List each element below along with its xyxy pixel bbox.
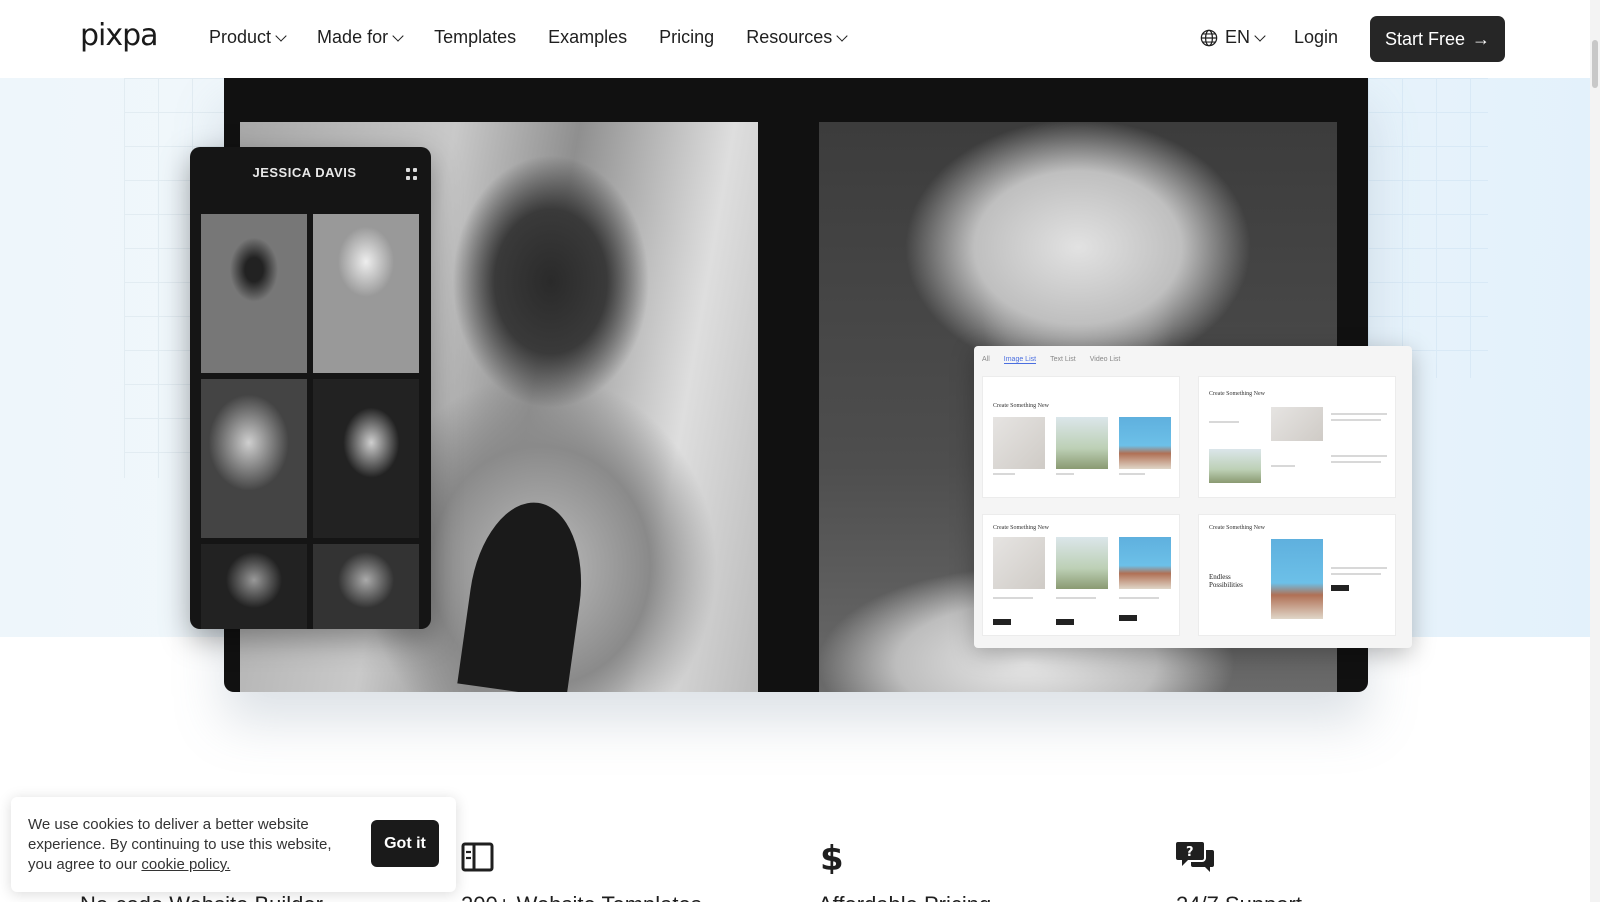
cookie-banner: We use cookies to deliver a better websi…	[11, 797, 456, 892]
nav-pricing-label: Pricing	[659, 27, 715, 47]
chevron-down-icon	[1254, 29, 1266, 42]
chevron-down-icon	[392, 29, 404, 42]
page-scrollbar[interactable]	[1590, 0, 1600, 902]
start-free-button[interactable]: Start Free →	[1370, 16, 1505, 62]
template-button	[1331, 585, 1349, 591]
gallery-thumb	[201, 544, 307, 629]
nav-examples-label: Examples	[548, 27, 628, 47]
globe-icon	[1200, 29, 1218, 46]
template-image	[1056, 537, 1108, 589]
phone-title: JESSICA DAVIS	[252, 165, 357, 180]
feature-title: 24/7 Support	[1176, 892, 1302, 902]
nav-pricing[interactable]: Pricing	[659, 27, 714, 48]
gallery-thumb	[313, 544, 419, 629]
nav-templates[interactable]: Templates	[434, 27, 516, 48]
svg-text:$: $	[820, 840, 844, 874]
nav-made-for-label: Made for	[317, 27, 389, 47]
dollar-icon: $	[820, 839, 844, 879]
login-link[interactable]: Login	[1294, 27, 1338, 48]
feature-support: ? 24/7 Support	[1176, 840, 1302, 902]
mobile-preview: JESSICA DAVIS	[190, 147, 431, 629]
template-image	[1271, 539, 1323, 619]
chevron-down-icon	[275, 29, 287, 42]
language-label: EN	[1225, 27, 1251, 47]
tab-image-list[interactable]: Image List	[1003, 356, 1037, 364]
language-selector[interactable]: EN	[1200, 27, 1266, 48]
template-image	[993, 537, 1045, 589]
tab-video-list[interactable]: Video List	[1090, 356, 1121, 364]
template-card-title: Create Something New	[1209, 391, 1265, 397]
arrow-right-icon: →	[1472, 28, 1491, 49]
gallery-thumb	[201, 214, 307, 373]
chevron-down-icon	[836, 29, 848, 42]
grid-menu-icon	[406, 168, 418, 180]
feature-title: Affordable Pricing	[818, 892, 991, 902]
template-card[interactable]: Create Something New Endless Possibiliti…	[1198, 514, 1396, 636]
site-header: pixpa Product Made for Templates Example…	[0, 0, 1590, 78]
feature-templates: 200+ Website Templates	[461, 840, 702, 902]
template-image	[1119, 417, 1171, 469]
gallery-thumb	[201, 379, 307, 538]
template-button	[1056, 619, 1074, 625]
nav-templates-label: Templates	[434, 27, 517, 47]
nav-product-label: Product	[209, 27, 272, 47]
template-image	[1119, 537, 1171, 589]
template-card[interactable]: Create Something New	[982, 514, 1180, 636]
feature-title: No-code Website Builder	[80, 892, 323, 902]
scrollbar-thumb[interactable]	[1592, 40, 1598, 88]
start-free-label: Start Free	[1384, 28, 1466, 49]
phone-gallery	[201, 214, 420, 629]
support-chat-icon: ?	[1176, 842, 1214, 872]
nav-product[interactable]: Product	[209, 27, 287, 48]
feature-pricing: $ Affordable Pricing	[818, 839, 991, 902]
got-it-button[interactable]: Got it	[371, 820, 439, 867]
main-nav: Product Made for Templates Examples Pric…	[209, 27, 878, 48]
template-tabs: All Image List Text List Video List	[982, 356, 1120, 364]
template-card-title: Create Something New	[993, 403, 1049, 409]
template-image	[1209, 449, 1261, 483]
pixpa-logo[interactable]: pixpa	[80, 18, 159, 53]
template-card[interactable]: Create Something New	[982, 376, 1180, 498]
nav-resources[interactable]: Resources	[746, 27, 848, 48]
tab-all[interactable]: All	[982, 356, 990, 364]
template-image	[1271, 407, 1323, 441]
template-card-title: Create Something New	[1209, 525, 1265, 531]
template-button	[1119, 615, 1137, 621]
gallery-thumb	[313, 214, 419, 373]
template-image	[1056, 417, 1108, 469]
template-big-text: Endless Possibilities	[1209, 573, 1243, 589]
svg-text:?: ?	[1186, 845, 1194, 860]
nav-made-for[interactable]: Made for	[317, 27, 404, 48]
feature-title: 200+ Website Templates	[461, 892, 702, 902]
layout-icon	[461, 842, 494, 872]
template-card[interactable]: Create Something New	[1198, 376, 1396, 498]
gallery-thumb	[313, 379, 419, 538]
tab-text-list[interactable]: Text List	[1050, 356, 1076, 364]
nav-examples[interactable]: Examples	[548, 27, 627, 48]
cookie-policy-link[interactable]: cookie policy.	[141, 856, 230, 873]
nav-resources-label: Resources	[746, 27, 833, 47]
template-card-title: Create Something New	[993, 525, 1049, 531]
template-picker-panel: All Image List Text List Video List Crea…	[974, 346, 1412, 648]
hero-grid-right	[1368, 78, 1488, 378]
cookie-text: We use cookies to deliver a better websi…	[28, 815, 358, 875]
template-button	[993, 619, 1011, 625]
template-image	[993, 417, 1045, 469]
